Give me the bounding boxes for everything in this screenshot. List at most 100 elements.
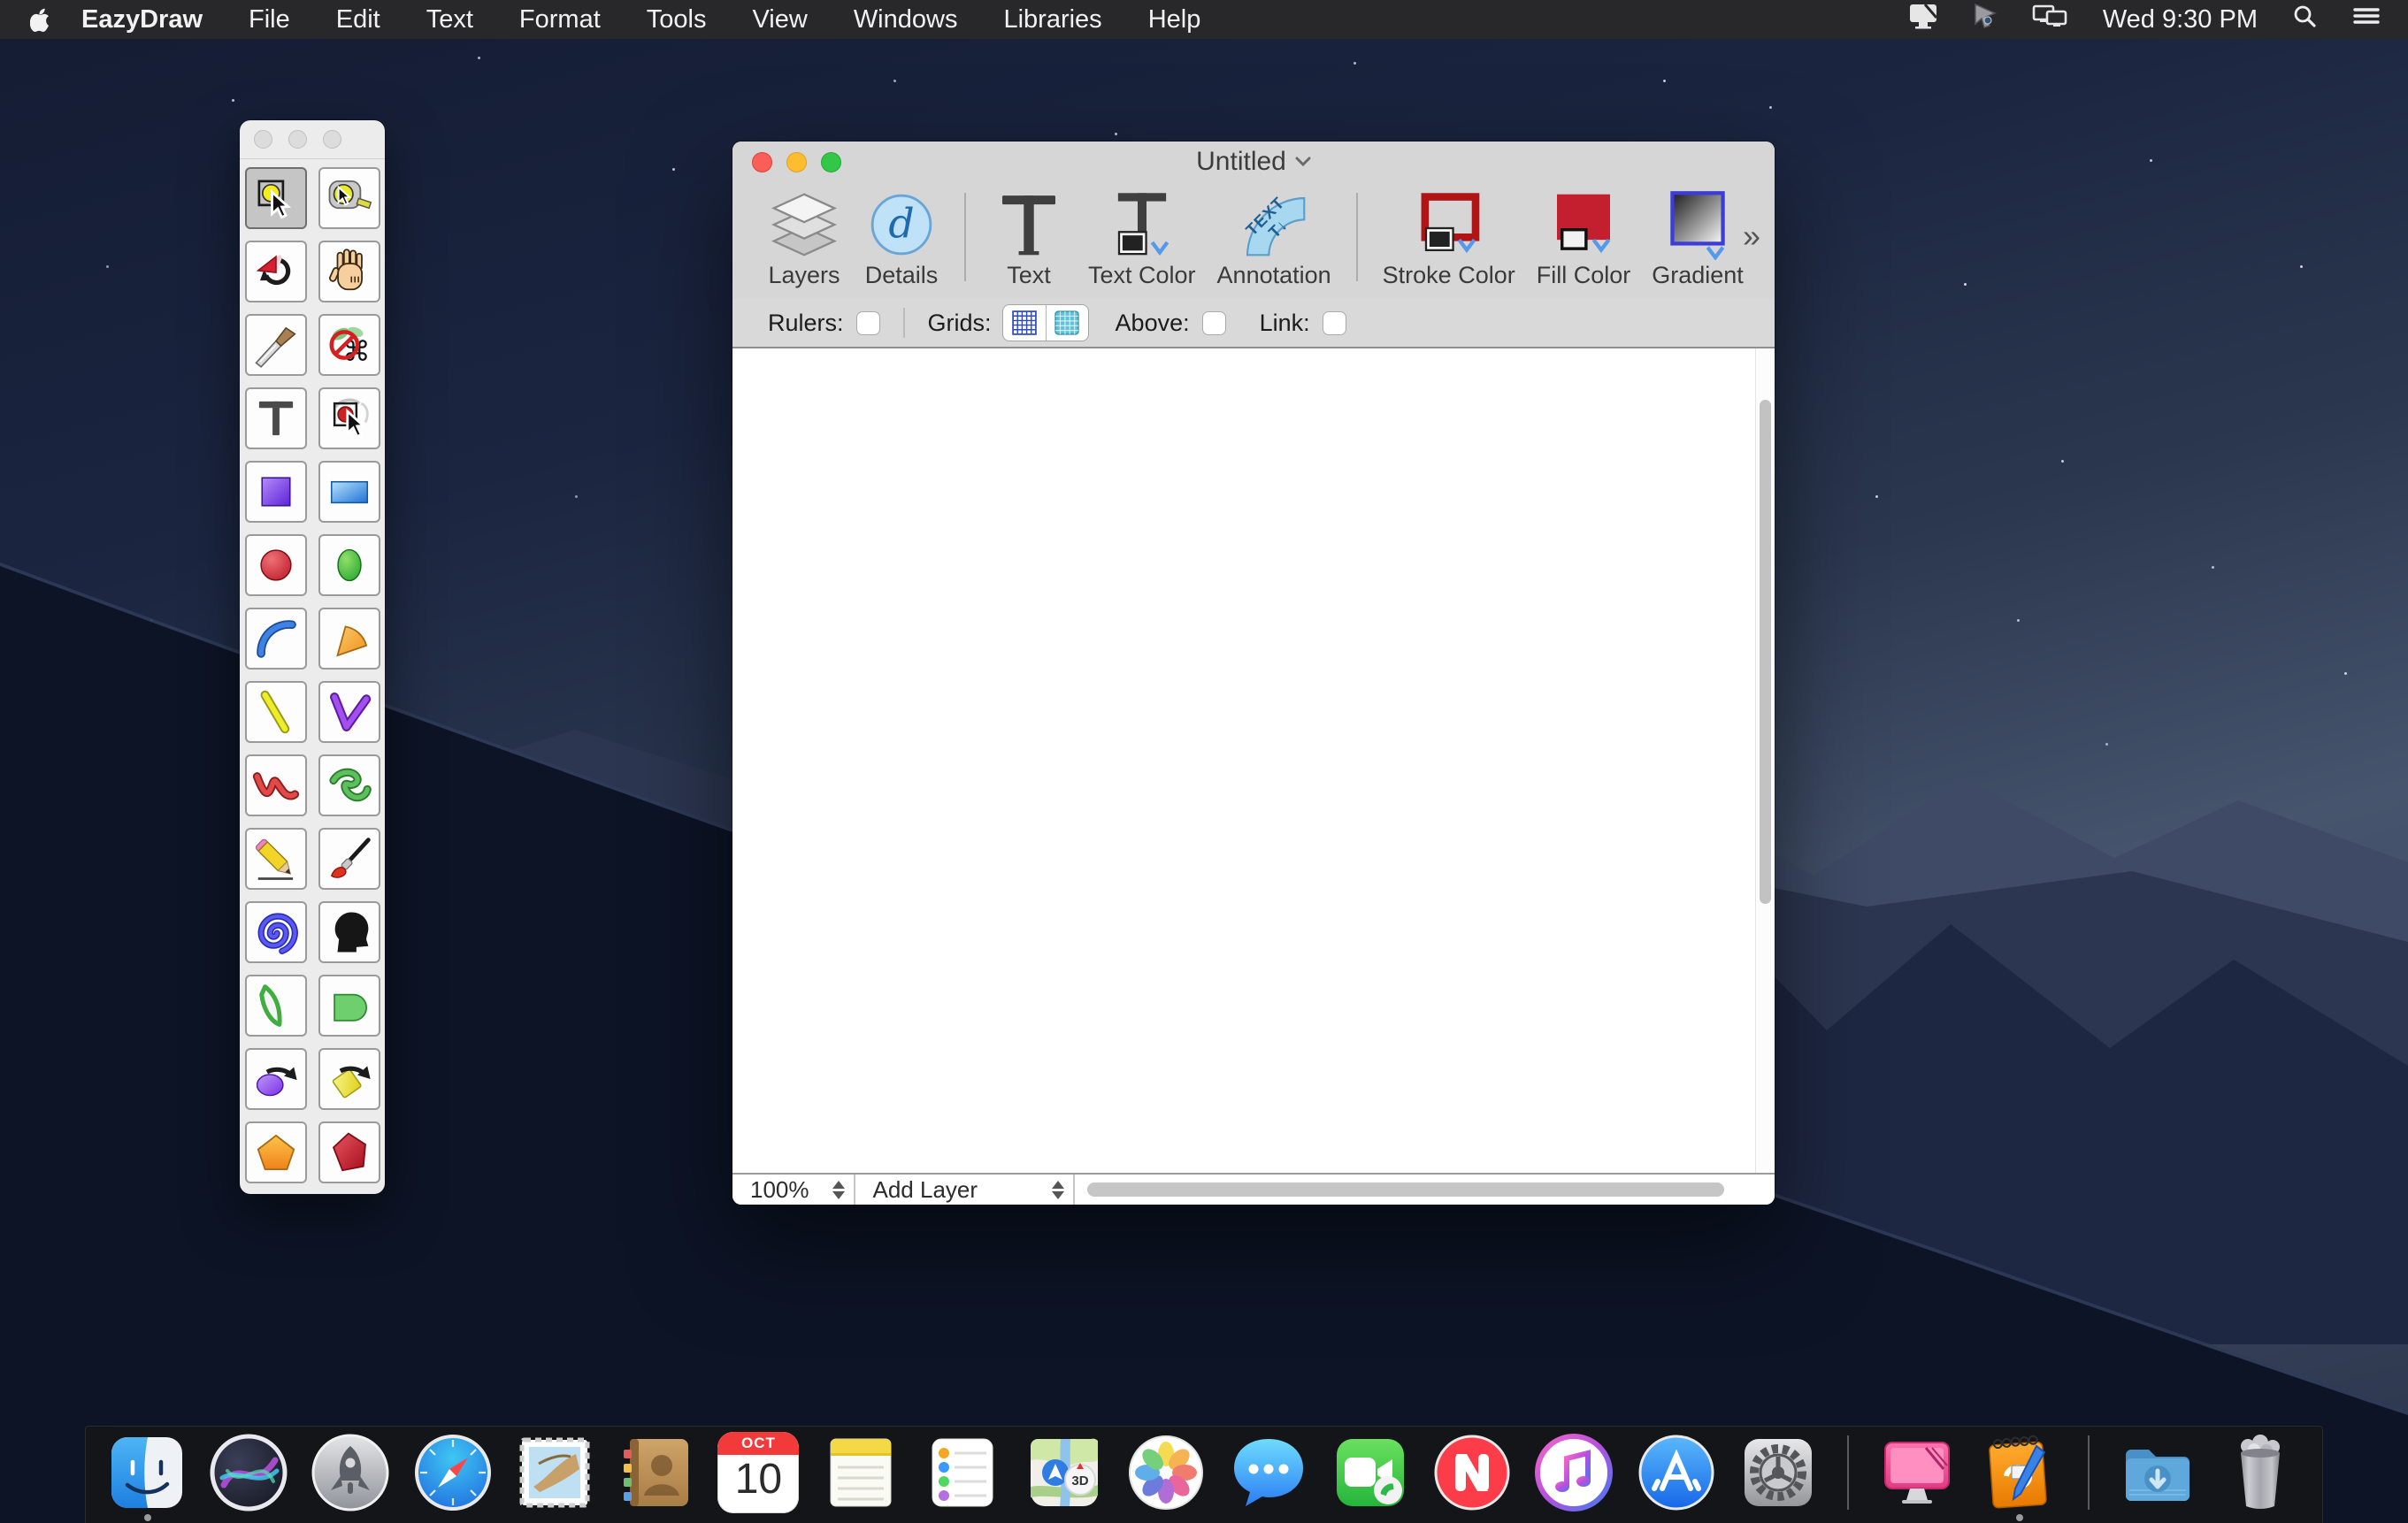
menu-item-help[interactable]: Help [1125, 0, 1224, 39]
tool-polyline[interactable] [318, 681, 380, 743]
tool-silhouette[interactable] [318, 901, 380, 963]
tool-freehand-curve[interactable] [318, 754, 380, 816]
tool-rounded-shape[interactable] [318, 975, 380, 1037]
menu-clock[interactable]: Wed 9:30 PM [2103, 5, 2258, 34]
zoom-button[interactable] [821, 152, 841, 172]
toolbar-fill-color-button[interactable]: Fill Color [1537, 188, 1631, 289]
tool-circle[interactable] [245, 534, 307, 596]
tool-pan-hand[interactable] [318, 241, 380, 302]
apple-menu[interactable] [0, 7, 78, 32]
menu-item-eazydraw[interactable]: EazyDraw [78, 0, 226, 39]
dock-mail[interactable] [514, 1432, 596, 1513]
vertical-scrollbar-track[interactable] [1755, 348, 1775, 1173]
toolbar-annotation-button[interactable]: TEXTT↓Annotation [1217, 188, 1331, 289]
menu-item-libraries[interactable]: Libraries [980, 0, 1124, 39]
dock-news[interactable] [1431, 1432, 1514, 1513]
tool-square[interactable] [245, 461, 307, 523]
above-checkbox[interactable] [1202, 311, 1226, 335]
pointer-icon[interactable] [1972, 3, 1998, 36]
tool-pencil[interactable] [245, 828, 307, 890]
palette-minimize-button[interactable] [288, 130, 307, 149]
zoom-popup[interactable]: 100% [732, 1175, 855, 1205]
dock-app-store[interactable] [1636, 1432, 1718, 1513]
tool-line[interactable] [245, 681, 307, 743]
tool-crescent[interactable] [245, 975, 307, 1037]
menu-item-view[interactable]: View [729, 0, 830, 39]
tool-arc[interactable] [245, 608, 307, 670]
minimize-button[interactable] [786, 152, 807, 172]
close-button[interactable] [752, 152, 772, 172]
tool-rotate-square[interactable] [318, 1048, 380, 1110]
tool-rotate-ellipse[interactable] [245, 1048, 307, 1110]
tool-spiral[interactable] [245, 901, 307, 963]
dock-cleanmymac[interactable] [1876, 1432, 1959, 1513]
dock-safari[interactable] [412, 1432, 495, 1513]
menu-item-edit[interactable]: Edit [313, 0, 403, 39]
tool-no-command[interactable]: ⌘ [318, 314, 380, 376]
dock-trash[interactable] [2220, 1432, 2302, 1513]
dual-display-icon[interactable] [2032, 3, 2069, 36]
tool-knife[interactable] [245, 314, 307, 376]
tool-pentagon[interactable] [245, 1121, 307, 1183]
tool-measure-tape[interactable] [318, 167, 380, 229]
dock-eazydraw[interactable] [1978, 1432, 2060, 1513]
horizontal-scrollbar-thumb[interactable] [1087, 1182, 1724, 1197]
rulers-checkbox[interactable] [856, 311, 880, 335]
dock-downloads[interactable] [2117, 1432, 2199, 1513]
zoom-stepper[interactable] [832, 1181, 845, 1199]
tool-pie-wedge[interactable] [318, 608, 380, 670]
dock-itunes[interactable] [1533, 1432, 1615, 1513]
dock-reminders[interactable] [922, 1432, 1004, 1513]
menu-item-tools[interactable]: Tools [624, 0, 730, 39]
add-layer-stepper[interactable] [1052, 1181, 1064, 1199]
toolbar-overflow-button[interactable]: » [1743, 218, 1760, 255]
tool-polygon[interactable] [318, 1121, 380, 1183]
gradient-icon [1660, 188, 1736, 262]
toolbar-text-tool-button[interactable]: Text [991, 188, 1067, 289]
dock-calendar[interactable]: OCT10 [717, 1432, 800, 1513]
fill-color-icon [1545, 188, 1622, 262]
dock-launchpad[interactable] [310, 1432, 392, 1513]
tool-select-fill[interactable] [318, 387, 380, 449]
dock-messages[interactable] [1228, 1432, 1310, 1513]
notification-center-icon[interactable] [2351, 4, 2381, 35]
spotlight-icon[interactable] [2291, 3, 2318, 36]
toolbar-layers-button[interactable]: Layers [766, 188, 842, 289]
tool-select[interactable] [245, 167, 307, 229]
menu-item-file[interactable]: File [226, 0, 313, 39]
dock-siri[interactable] [208, 1432, 290, 1513]
tool-ellipse[interactable] [318, 534, 380, 596]
horizontal-scrollbar-track[interactable] [1075, 1175, 1775, 1205]
palette-zoom-button[interactable] [323, 130, 341, 149]
tool-rectangle[interactable] [318, 461, 380, 523]
dock-finder[interactable] [106, 1432, 188, 1513]
link-checkbox[interactable] [1323, 311, 1346, 335]
menu-item-windows[interactable]: Windows [831, 0, 981, 39]
toolbar-stroke-color-button[interactable]: Stroke Color [1383, 188, 1515, 289]
window-title-bar[interactable]: Untitled [732, 142, 1775, 182]
dock-system-preferences[interactable] [1737, 1432, 1820, 1513]
tool-text[interactable] [245, 387, 307, 449]
tool-undo-rotate[interactable] [245, 241, 307, 302]
dock-photos[interactable] [1125, 1432, 1208, 1513]
dock-facetime[interactable] [1330, 1432, 1412, 1513]
menu-item-text[interactable]: Text [403, 0, 496, 39]
dock-notes[interactable] [820, 1432, 902, 1513]
toolbar-text-color-button[interactable]: Text Color [1088, 188, 1196, 289]
tool-paintbrush[interactable] [318, 828, 380, 890]
add-layer-popup[interactable]: Add Layer [855, 1175, 1075, 1205]
palette-title-bar[interactable] [240, 120, 385, 159]
palette-close-button[interactable] [254, 130, 272, 149]
grid-fill-segment[interactable] [1046, 305, 1088, 341]
window-title[interactable]: Untitled [1196, 147, 1311, 177]
drawing-canvas[interactable] [732, 348, 1775, 1173]
toolbar-gradient-button[interactable]: Gradient [1652, 188, 1744, 289]
vertical-scrollbar-thumb[interactable] [1760, 400, 1771, 904]
dock-contacts[interactable] [616, 1432, 698, 1513]
menu-item-format[interactable]: Format [496, 0, 624, 39]
dock-maps[interactable]: 3D [1024, 1432, 1106, 1513]
grid-lines-segment[interactable] [1003, 305, 1046, 341]
tool-bezier-curve[interactable] [245, 754, 307, 816]
display-icon[interactable] [1908, 3, 1938, 36]
toolbar-details-button[interactable]: dDetails [863, 188, 939, 289]
